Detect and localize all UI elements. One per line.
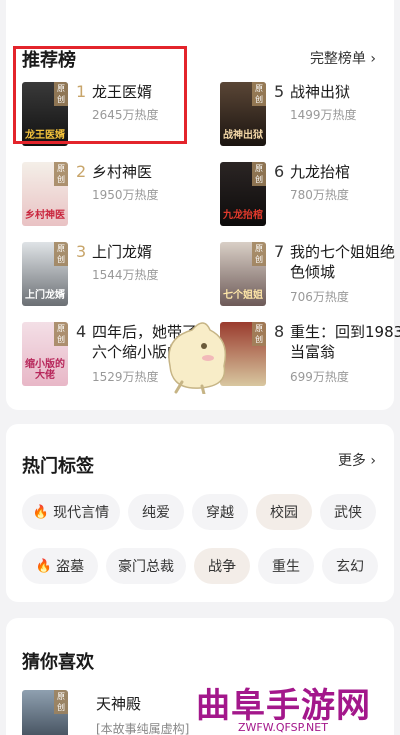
rank-item-8[interactable]: 原创 8 重生：回到1983当富翁 699万热度	[220, 322, 400, 388]
watermark-logo: 曲阜手游网	[196, 686, 371, 726]
rank-number: 3	[76, 242, 87, 261]
book-cover: 原创 九龙抬棺	[220, 162, 266, 226]
book-cover: 原创 缩小版的大佬	[22, 322, 68, 386]
book-heat: 780万热度	[290, 188, 349, 202]
rank-number: 4	[76, 322, 87, 341]
tag-label: 纯爱	[142, 505, 170, 521]
cover-title: 缩小版的大佬	[25, 359, 65, 381]
book-heat: 706万热度	[290, 290, 349, 304]
full-rank-label: 完整榜单	[309, 51, 366, 67]
book-cover: 原创	[22, 690, 68, 735]
tag-label: 战争	[208, 559, 236, 575]
book-snippet: [本故事纯属虚构]	[96, 722, 190, 735]
tag-chip[interactable]: 🔥 盗墓	[22, 548, 98, 584]
cover-title: 上门龙婿	[25, 290, 65, 301]
tag-chip[interactable]: 纯爱	[128, 494, 184, 530]
rank-number: 8	[274, 322, 285, 341]
rank-number: 6	[274, 162, 285, 181]
original-badge: 原创	[54, 162, 68, 186]
original-badge: 原创	[252, 82, 266, 106]
full-rank-link[interactable]: 完整榜单 ›	[310, 48, 376, 68]
tag-label: 穿越	[206, 505, 234, 521]
cover-title: 战神出狱	[223, 130, 263, 141]
book-title: 战神出狱	[290, 83, 351, 101]
cover-title: 七个姐姐	[223, 290, 263, 301]
watermark-url: ZWFW.QFSP.NET	[238, 721, 328, 734]
rank-item-3[interactable]: 原创 上门龙婿 3 上门龙婿 1544万热度	[22, 242, 206, 308]
book-title: 上门龙婿	[92, 243, 153, 261]
chevron-right-icon: ›	[370, 453, 376, 469]
tag-chip[interactable]: 玄幻	[322, 548, 378, 584]
original-badge: 原创	[54, 242, 68, 266]
book-heat: 1544万热度	[92, 268, 159, 282]
cover-title: 九龙抬棺	[223, 210, 263, 221]
book-cover: 原创 七个姐姐	[220, 242, 266, 306]
rank-item-5[interactable]: 原创 战神出狱 5 战神出狱 1499万热度	[220, 82, 400, 148]
guess-title: 猜你喜欢	[22, 652, 94, 673]
book-heat: 699万热度	[290, 370, 349, 384]
chevron-right-icon: ›	[370, 51, 376, 67]
tag-label: 武侠	[334, 505, 362, 521]
tags-title: 热门标签	[22, 456, 94, 477]
highlight-box	[13, 46, 187, 144]
book-cover: 原创 乡村神医	[22, 162, 68, 226]
tag-label: 盗墓	[56, 559, 85, 575]
book-cover: 原创 上门龙婿	[22, 242, 68, 306]
tag-label: 豪门总裁	[118, 559, 174, 575]
more-label: 更多	[337, 453, 366, 469]
book-heat: 1950万热度	[92, 188, 159, 202]
rank-item-7[interactable]: 原创 七个姐姐 7 我的七个姐姐绝色倾城 706万热度	[220, 242, 400, 308]
book-title: 重生：回到1983当富翁	[290, 323, 400, 361]
mascot-icon	[168, 322, 227, 394]
tag-chip[interactable]: 武侠	[320, 494, 376, 530]
book-cover: 原创 战神出狱	[220, 82, 266, 146]
book-heat: 1499万热度	[290, 108, 357, 122]
guess-item[interactable]: 原创 天神殿 [本故事纯属虚构]	[22, 690, 206, 735]
original-badge: 原创	[252, 322, 266, 346]
recommend-rank-card: 推荐榜 完整榜单 › 原创 龙王医婿 1 龙王医婿 2645万热度 原创 乡村神…	[6, 0, 400, 410]
original-badge: 原创	[54, 322, 68, 346]
rank-item-2[interactable]: 原创 乡村神医 2 乡村神医 1950万热度	[22, 162, 206, 228]
tag-chip[interactable]: 战争	[194, 548, 250, 584]
tag-chip[interactable]: 🔥 现代言情	[22, 494, 120, 530]
hot-tags-card: 热门标签 更多 › 🔥 现代言情 纯爱 穿越 校园 武侠 🔥 盗墓 豪门总裁 战…	[6, 424, 394, 602]
original-badge: 原创	[252, 162, 266, 186]
fire-icon: 🔥	[35, 558, 53, 574]
tag-label: 现代言情	[53, 505, 110, 521]
book-title: 九龙抬棺	[290, 163, 351, 181]
book-title: 我的七个姐姐绝色倾城	[290, 243, 396, 281]
book-heat: 1529万热度	[92, 370, 159, 384]
rank-item-6[interactable]: 原创 九龙抬棺 6 九龙抬棺 780万热度	[220, 162, 400, 228]
rank-number: 2	[76, 162, 87, 181]
tag-label: 玄幻	[336, 559, 364, 575]
tag-chip[interactable]: 校园	[256, 494, 312, 530]
rank-number: 5	[274, 82, 285, 101]
book-title: 乡村神医	[92, 163, 153, 181]
more-tags-link[interactable]: 更多 ›	[338, 450, 376, 470]
fire-icon: 🔥	[32, 504, 50, 520]
tag-label: 校园	[270, 505, 298, 521]
original-badge: 原创	[54, 690, 68, 714]
rank-number: 7	[274, 242, 285, 261]
tag-label: 重生	[272, 559, 300, 575]
tag-chip[interactable]: 穿越	[192, 494, 248, 530]
cover-title: 乡村神医	[25, 210, 65, 221]
tag-chip[interactable]: 豪门总裁	[106, 548, 186, 584]
tag-chip[interactable]: 重生	[258, 548, 314, 584]
original-badge: 原创	[252, 242, 266, 266]
